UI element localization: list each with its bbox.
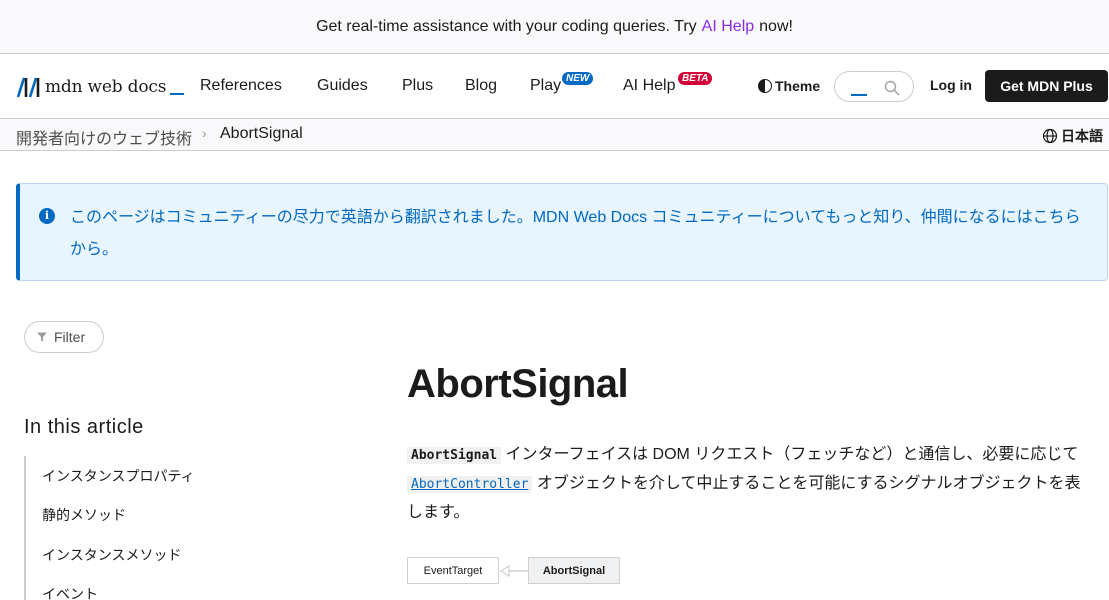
language-switcher[interactable]: 日本語 bbox=[1042, 126, 1103, 146]
code-abortsignal: AbortSignal bbox=[407, 447, 502, 464]
info-icon: i bbox=[39, 208, 55, 224]
filter-label: Filter bbox=[54, 329, 86, 345]
logo-cursor bbox=[170, 93, 185, 95]
breadcrumb: 開発者向けのウェブ技術 › AbortSignal 日本語 bbox=[0, 119, 1109, 151]
login-link[interactable]: Log in bbox=[930, 77, 972, 93]
language-label: 日本語 bbox=[1061, 128, 1103, 144]
translation-notice: i このページはコミュニティーの尽力で英語から翻訳されました。MDN Web D… bbox=[16, 183, 1108, 281]
theme-icon bbox=[758, 79, 772, 93]
ai-help-banner: Get real-time assistance with your codin… bbox=[0, 0, 1109, 54]
page-title: AbortSignal bbox=[407, 362, 629, 406]
nav-guides[interactable]: Guides bbox=[317, 77, 368, 95]
get-mdn-plus-button[interactable]: Get MDN Plus bbox=[985, 70, 1108, 102]
search-cursor bbox=[851, 94, 867, 96]
mdn-logo-icon bbox=[16, 77, 40, 98]
description-part-1: インターフェイスは DOM リクエスト（フェッチなど）と通信し、必要に応じて bbox=[505, 446, 1079, 463]
abortcontroller-link[interactable]: AbortController bbox=[407, 476, 533, 493]
nav-play[interactable]: Play bbox=[530, 77, 561, 95]
logo-text: mdn web docs bbox=[45, 77, 167, 97]
article-description: AbortSignal インターフェイスは DOM リクエスト（フェッチなど）と… bbox=[407, 441, 1082, 527]
inheritance-arrow bbox=[499, 564, 528, 578]
beta-badge: BETA bbox=[678, 72, 713, 85]
banner-suffix: now! bbox=[759, 17, 793, 35]
search-input[interactable] bbox=[834, 71, 914, 102]
search-icon bbox=[884, 80, 900, 96]
nav-ai-help[interactable]: AI Help bbox=[623, 77, 675, 95]
breadcrumb-parent[interactable]: 開発者向けのウェブ技術 bbox=[16, 125, 192, 149]
filter-button[interactable]: Filter bbox=[24, 321, 104, 353]
toc-divider bbox=[24, 456, 26, 600]
toc-item[interactable]: 静的メソッド bbox=[42, 505, 126, 525]
banner-text: Get real-time assistance with your codin… bbox=[316, 17, 697, 35]
ai-help-link[interactable]: AI Help bbox=[702, 18, 754, 36]
toc-item[interactable]: インスタンスプロパティ bbox=[42, 466, 195, 486]
toc-item[interactable]: イベント bbox=[42, 584, 98, 600]
toc-item[interactable]: インスタンスメソッド bbox=[42, 545, 181, 565]
new-badge: NEW bbox=[562, 72, 594, 85]
inheritance-diagram: EventTarget AbortSignal bbox=[407, 557, 622, 587]
filter-icon bbox=[37, 332, 47, 342]
toc-title: In this article bbox=[24, 416, 144, 438]
globe-icon bbox=[1042, 128, 1058, 144]
nav-plus[interactable]: Plus bbox=[402, 77, 433, 95]
main-nav: mdn web docs References Guides Plus Blog… bbox=[0, 54, 1109, 119]
nav-references[interactable]: References bbox=[200, 77, 282, 95]
breadcrumb-current[interactable]: AbortSignal bbox=[220, 125, 303, 143]
inheritance-parent[interactable]: EventTarget bbox=[407, 557, 499, 584]
breadcrumb-separator: › bbox=[202, 125, 207, 141]
notice-text[interactable]: このページはコミュニティーの尽力で英語から翻訳されました。MDN Web Doc… bbox=[70, 202, 1095, 266]
nav-blog[interactable]: Blog bbox=[465, 77, 497, 95]
theme-label: Theme bbox=[775, 78, 821, 94]
mdn-logo[interactable]: mdn web docs bbox=[16, 74, 185, 100]
theme-switcher[interactable]: Theme bbox=[758, 78, 820, 94]
inheritance-child[interactable]: AbortSignal bbox=[528, 557, 620, 584]
